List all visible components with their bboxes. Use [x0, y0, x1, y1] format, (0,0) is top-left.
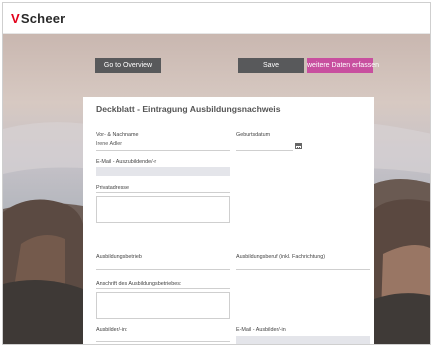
brand-mark-icon: V [11, 11, 20, 26]
email-label: E-Mail - Auszubildende/-r [96, 159, 157, 165]
more-data-button[interactable]: weitere Daten erfassen [307, 58, 379, 73]
trainer-label: Ausbilder/-in: [96, 327, 128, 333]
app-window: VScheer Go to Overview Save weitere Date… [2, 2, 431, 345]
email-field[interactable] [96, 167, 230, 176]
profession-label: Ausbildungsberuf (inkl. Fachrichtung) [236, 254, 325, 260]
address-label: Privatadresse [96, 185, 129, 191]
form-card: Deckblatt - Eintragung Ausbildungsnachwe… [83, 97, 374, 344]
address-underline [96, 192, 230, 193]
brand-name: Scheer [20, 11, 66, 26]
profession-underline[interactable] [236, 269, 370, 270]
address-textarea[interactable] [96, 196, 230, 223]
trainer-email-field[interactable] [236, 336, 370, 344]
go-to-overview-button[interactable]: Go to Overview [95, 58, 161, 73]
save-button[interactable]: Save [238, 58, 304, 73]
top-bar: VScheer [3, 3, 430, 34]
form-title: Deckblatt - Eintragung Ausbildungsnachwe… [96, 104, 281, 114]
company-label: Ausbildungsbetrieb [96, 254, 142, 260]
brand-logo[interactable]: VScheer [11, 11, 65, 26]
company-underline[interactable] [96, 269, 230, 270]
name-label: Vor- & Nachname [96, 132, 139, 138]
name-input[interactable]: Irene Adler [96, 141, 122, 147]
trainer-underline[interactable] [96, 341, 230, 342]
trainer-email-label: E-Mail - Ausbilder/-in [236, 327, 286, 333]
name-underline [96, 150, 230, 151]
calendar-icon[interactable] [295, 143, 302, 149]
birthdate-input[interactable] [236, 150, 293, 151]
birthdate-label: Geburtsdatum [236, 132, 271, 138]
company-address-textarea[interactable] [96, 292, 230, 319]
company-address-underline [96, 288, 230, 289]
company-address-label: Anschrift des Ausbildungsbetriebes: [96, 281, 182, 287]
